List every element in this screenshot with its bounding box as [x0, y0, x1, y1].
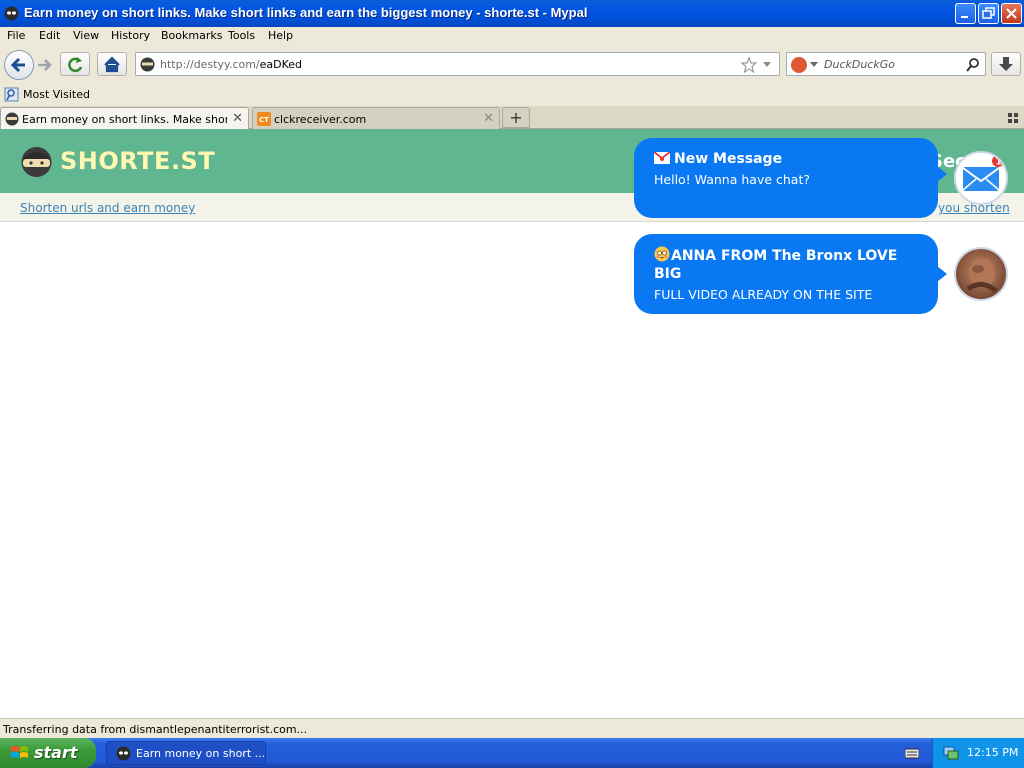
menu-history[interactable]: History — [111, 29, 150, 42]
shorten-urls-link[interactable]: Shorten urls and earn money — [20, 201, 195, 215]
envelope-emoji-icon — [653, 151, 671, 164]
restore-icon — [982, 7, 995, 19]
close-window-button[interactable] — [1001, 3, 1022, 24]
notification-title: ANNA FROM The Bronx LOVE BIG — [654, 246, 898, 282]
notification-title: New Message — [653, 150, 918, 168]
mypal-taskbar-icon — [116, 746, 131, 761]
menu-view[interactable]: View — [73, 29, 99, 42]
downloads-button[interactable] — [991, 52, 1021, 76]
svg-text:CT: CT — [259, 116, 269, 124]
windows-taskbar: start Earn money on short ... 12:15 PM — [0, 738, 1024, 768]
minimize-icon — [961, 16, 968, 18]
menu-bar: File Edit View History Bookmarks Tools H… — [0, 27, 1024, 46]
start-button[interactable]: start — [0, 738, 96, 768]
taskbar-clock[interactable]: 12:15 PM — [967, 746, 1018, 759]
duckduckgo-icon[interactable] — [791, 57, 807, 73]
new-tab-button[interactable]: + — [502, 107, 530, 128]
tab-close-icon[interactable]: ✕ — [483, 111, 494, 126]
shortest-logo-icon[interactable] — [20, 143, 53, 179]
network-tray-icon[interactable] — [943, 745, 959, 761]
close-icon — [1006, 8, 1017, 19]
navigation-toolbar: http://destyy.com/eaDKed DuckDuckGo — [0, 46, 1024, 84]
notification-anna[interactable]: ANNA FROM The Bronx LOVE BIG FULL VIDEO … — [634, 234, 947, 314]
tab-label: Earn money on short links. Make short li… — [22, 113, 227, 126]
profile-photo-avatar[interactable] — [954, 247, 1008, 301]
minimize-button[interactable] — [955, 3, 976, 24]
plus-icon: + — [509, 108, 523, 127]
bookmarks-toolbar: Most Visited — [0, 84, 1024, 106]
search-placeholder: DuckDuckGo — [824, 58, 895, 71]
menu-edit[interactable]: Edit — [39, 29, 60, 42]
taskbar-item-mypal[interactable]: Earn money on short ... — [106, 741, 266, 765]
download-arrow-icon — [999, 57, 1013, 71]
notification-text: FULL VIDEO ALREADY ON THE SITE — [654, 287, 873, 302]
profile-photo-icon — [966, 258, 998, 293]
keyboard-icon[interactable] — [905, 746, 919, 760]
shortest-favicon-icon — [5, 112, 19, 126]
windows-logo-icon — [11, 746, 28, 758]
tab-label: clckreceiver.com — [274, 113, 367, 126]
url-dropdown-icon[interactable] — [762, 61, 772, 69]
status-bar: Transferring data from dismantlepenantit… — [0, 718, 1024, 738]
notification-new-message[interactable]: New Message Hello! Wanna have chat? — [634, 138, 947, 218]
menu-bookmarks[interactable]: Bookmarks — [161, 29, 222, 42]
bubble-arrow — [937, 166, 947, 182]
menu-file[interactable]: File — [7, 29, 25, 42]
bookmark-star-icon[interactable] — [740, 56, 758, 74]
message-avatar[interactable]: 1 — [954, 151, 1008, 205]
flushed-face-emoji-icon — [654, 246, 670, 262]
reload-button[interactable] — [60, 52, 90, 76]
forward-button[interactable] — [34, 55, 56, 75]
screen: Earn money on short links. Make short li… — [0, 0, 1024, 768]
taskbar-item-label: Earn money on short ... — [136, 747, 266, 760]
page-content: SHORTE.ST Sec Shorten urls and earn mone… — [0, 129, 1024, 718]
mail-icon: 1 — [956, 153, 1006, 203]
back-arrow-icon — [10, 57, 25, 73]
maximize-button[interactable] — [978, 3, 999, 24]
menu-tools[interactable]: Tools — [228, 29, 255, 42]
back-button[interactable] — [4, 50, 34, 80]
menu-help[interactable]: Help — [268, 29, 293, 42]
engine-dropdown-icon[interactable] — [810, 62, 818, 68]
site-logo-text[interactable]: SHORTE.ST — [60, 147, 215, 175]
home-icon — [104, 56, 120, 73]
tab-shortest[interactable]: Earn money on short links. Make short li… — [0, 107, 249, 130]
bubble-arrow — [937, 266, 947, 282]
home-button[interactable] — [97, 52, 127, 76]
mypal-app-icon — [4, 6, 19, 21]
tab-clckreceiver[interactable]: CT clckreceiver.com ✕ — [252, 107, 500, 130]
reload-icon — [68, 57, 83, 73]
site-favicon-icon — [140, 57, 155, 72]
window-title: Earn money on short links. Make short li… — [24, 5, 588, 20]
window-titlebar: Earn money on short links. Make short li… — [0, 0, 1024, 27]
status-text: Transferring data from dismantlepenantit… — [3, 723, 308, 736]
search-icon[interactable] — [965, 57, 981, 73]
bookmark-most-visited[interactable]: Most Visited — [23, 88, 90, 101]
address-bar[interactable]: http://destyy.com/eaDKed — [135, 52, 780, 76]
system-tray: 12:15 PM — [932, 738, 1024, 768]
clckreceiver-favicon-icon: CT — [257, 112, 271, 126]
notification-text: Hello! Wanna have chat? — [654, 172, 810, 187]
forward-arrow-icon — [38, 59, 52, 71]
tab-close-icon[interactable]: ✕ — [232, 111, 243, 126]
most-visited-icon — [4, 87, 19, 102]
tab-strip: Earn money on short links. Make short li… — [0, 106, 1024, 130]
start-label: start — [34, 743, 78, 762]
tab-list-icon[interactable] — [1008, 113, 1018, 123]
address-url: http://destyy.com/eaDKed — [160, 58, 303, 71]
notification-badge-count: 1 — [996, 158, 1002, 168]
search-bar[interactable]: DuckDuckGo — [786, 52, 986, 76]
